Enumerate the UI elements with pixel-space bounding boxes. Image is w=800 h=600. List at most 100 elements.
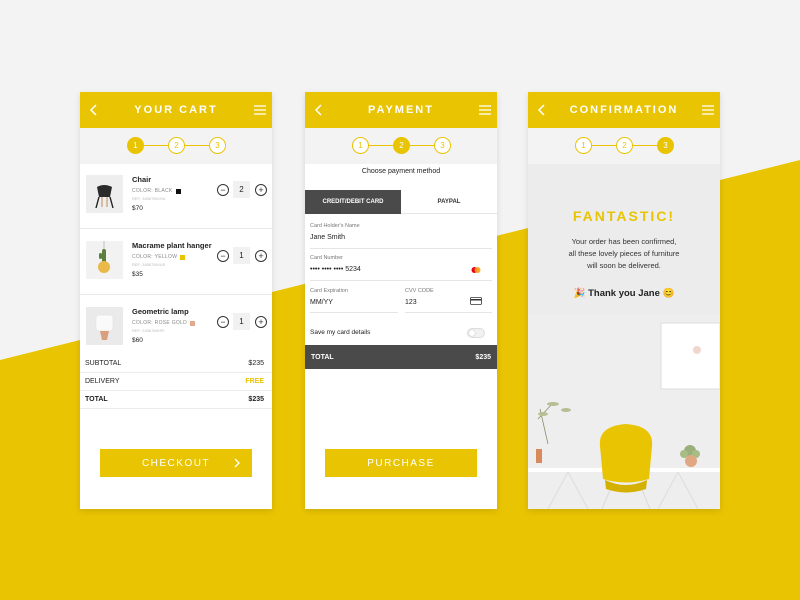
card-back-icon	[470, 297, 482, 305]
color-swatch	[180, 254, 186, 260]
step-indicator: 1 2 3	[80, 128, 272, 164]
quantity-value[interactable]: 2	[233, 181, 250, 198]
color-swatch	[175, 188, 181, 194]
confirmation-headline: FANTASTIC!	[572, 208, 676, 224]
total-label: TOTAL	[85, 396, 108, 403]
cart-item-plant-hanger: Macrame plant hanger COLOR: YELLOW REF: …	[80, 230, 272, 295]
product-name: Chair	[132, 175, 152, 184]
plant-hanger-image	[86, 241, 123, 279]
payment-total-bar: TOTAL $235	[305, 345, 497, 369]
product-name: Geometric lamp	[132, 307, 189, 316]
product-price: $60	[132, 337, 143, 344]
subtotal-row: SUBTOTAL $235	[80, 355, 272, 373]
confirmation-message-line: all these lovely pieces of furniture	[568, 249, 680, 258]
step-connector	[143, 145, 168, 146]
step-3: 3	[434, 137, 451, 154]
lamp-image	[86, 307, 123, 345]
increase-quantity-button[interactable]: +	[255, 184, 267, 196]
card-holder-label: Card Holder's Name	[310, 223, 360, 229]
step-1: 1	[352, 137, 369, 154]
toggle-knob	[469, 330, 475, 336]
card-number-input[interactable]: •••• •••• •••• 5234	[310, 266, 361, 273]
divider	[310, 312, 398, 313]
cvv-label: CVV CODE	[405, 288, 434, 294]
product-color-label: COLOR: BLACK	[132, 188, 173, 194]
subtotal-label: SUBTOTAL	[85, 360, 122, 367]
hamburger-menu-icon[interactable]	[254, 104, 266, 116]
checkout-button[interactable]: CHECKOUT	[100, 449, 252, 477]
mastercard-icon	[471, 267, 481, 273]
total-value: $235	[248, 396, 264, 403]
product-ref: REF: 3456789JUS	[132, 262, 166, 267]
save-card-label: Save my card details	[310, 329, 371, 336]
card-expiration-input[interactable]: MM/YY	[310, 299, 333, 306]
product-color-label: COLOR: ROSE GOLD	[132, 320, 188, 326]
product-name: Macrame plant hanger	[132, 241, 212, 250]
checkout-label: CHECKOUT	[141, 457, 211, 469]
product-color: COLOR: ROSE GOLD	[132, 320, 196, 326]
decrease-quantity-button[interactable]: −	[217, 316, 229, 328]
tab-paypal[interactable]: PAYPAL	[401, 190, 497, 214]
total-label: TOTAL	[311, 353, 334, 361]
confirmation-screen: CONFIRMATION 1 2 3 FANTASTIC! Your order…	[528, 92, 720, 509]
chair-image	[86, 175, 123, 213]
page-title: CONFIRMATION	[569, 104, 679, 116]
step-indicator: 1 2 3	[528, 128, 720, 164]
cvv-input[interactable]: 123	[405, 299, 417, 306]
divider	[405, 312, 492, 313]
product-price: $35	[132, 271, 143, 278]
increase-quantity-button[interactable]: +	[255, 316, 267, 328]
step-2: 2	[168, 137, 185, 154]
card-number-label: Card Number	[310, 255, 344, 261]
confirmation-body: FANTASTIC! Your order has been confirmed…	[528, 164, 720, 509]
step-1: 1	[575, 137, 592, 154]
total-row: TOTAL $235	[80, 391, 272, 409]
step-indicator: 1 2 3	[305, 128, 497, 164]
confirmation-message-line: will soon be delivered.	[587, 261, 661, 270]
confirmation-message-line: Your order has been confirmed,	[571, 237, 677, 246]
subtotal-value: $235	[248, 360, 264, 367]
cart-header: YOUR CART	[80, 92, 272, 128]
tab-credit-debit-card[interactable]: CREDIT/DEBIT CARD	[305, 190, 401, 214]
increase-quantity-button[interactable]: +	[255, 250, 267, 262]
product-color: COLOR: YELLOW	[132, 254, 186, 260]
cart-item-chair: Chair COLOR: BLACK REF: 3456789JHU $70 −…	[80, 164, 272, 229]
product-ref: REF: 2456789HPI	[132, 328, 165, 333]
cart-screen: YOUR CART 1 2 3 Chair COLOR: BLACK REF: …	[80, 92, 272, 509]
step-connector	[409, 145, 434, 146]
card-holder-input[interactable]: Jane Smith	[310, 234, 345, 241]
chevron-left-icon[interactable]	[535, 103, 549, 117]
hamburger-menu-icon[interactable]	[702, 104, 714, 116]
step-connector	[184, 145, 209, 146]
decrease-quantity-button[interactable]: −	[217, 250, 229, 262]
delivery-label: DELIVERY	[85, 378, 120, 385]
decrease-quantity-button[interactable]: −	[217, 184, 229, 196]
payment-header: PAYMENT	[305, 92, 497, 128]
total-value: $235	[475, 353, 491, 361]
step-1: 1	[127, 137, 144, 154]
product-ref: REF: 3456789JHU	[132, 196, 166, 201]
page-title: PAYMENT	[368, 104, 434, 116]
hamburger-menu-icon[interactable]	[479, 104, 491, 116]
chevron-right-icon	[234, 458, 240, 468]
divider	[310, 280, 492, 281]
product-color-label: COLOR: YELLOW	[132, 254, 178, 260]
step-3: 3	[209, 137, 226, 154]
step-connector	[368, 145, 393, 146]
quantity-value[interactable]: 1	[233, 247, 250, 264]
step-connector	[591, 145, 616, 146]
product-price: $70	[132, 205, 143, 212]
delivery-value: FREE	[245, 378, 264, 385]
chevron-left-icon[interactable]	[87, 103, 101, 117]
purchase-label: PURCHASE	[367, 457, 435, 469]
confirmation-header: CONFIRMATION	[528, 92, 720, 128]
save-card-toggle[interactable]	[467, 328, 485, 338]
page-title: YOUR CART	[134, 104, 218, 116]
chevron-left-icon[interactable]	[312, 103, 326, 117]
payment-method-heading: Choose payment method	[361, 168, 441, 175]
purchase-button[interactable]: PURCHASE	[325, 449, 477, 477]
step-2: 2	[616, 137, 633, 154]
card-expiration-label: Card Expiration	[310, 288, 348, 294]
cart-item-lamp: Geometric lamp COLOR: ROSE GOLD REF: 245…	[80, 296, 272, 361]
quantity-value[interactable]: 1	[233, 313, 250, 330]
